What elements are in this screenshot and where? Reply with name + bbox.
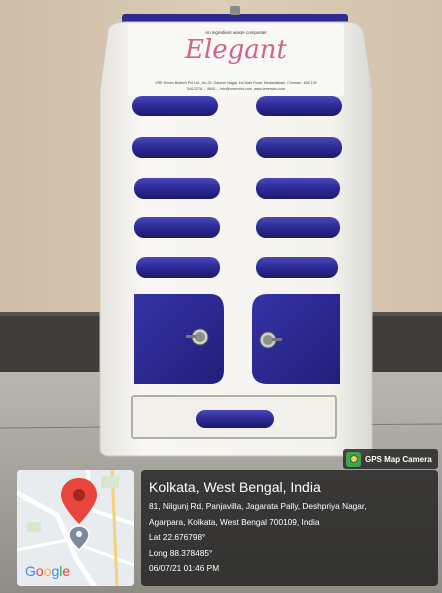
location-info-panel: Kolkata, West Bengal, India 81, Nilgunj … bbox=[141, 470, 438, 586]
drawer-handle[interactable] bbox=[256, 96, 342, 116]
datetime-text: 06/07/21 01:46 PM bbox=[149, 563, 220, 573]
longitude-text: Long 88.378485° bbox=[149, 547, 213, 558]
drawer-handle[interactable] bbox=[134, 217, 220, 238]
drawer-handle[interactable] bbox=[256, 217, 340, 238]
maker-line: VRE Enviro Biotech Pvt Ltd., No 25, Gane… bbox=[155, 81, 317, 85]
gps-camera-icon bbox=[346, 451, 361, 467]
map-thumbnail[interactable]: Google bbox=[17, 470, 134, 586]
latitude-text: Lat 22.676798° bbox=[149, 532, 206, 542]
drawer-handle[interactable] bbox=[136, 257, 220, 278]
cabinet-top-knob bbox=[230, 6, 240, 15]
address-line-2: Agarpara, Kolkata, West Bengal 700109, I… bbox=[149, 516, 320, 527]
contact-line: 044-2278..., 9840..., info@vreenviro.com… bbox=[187, 87, 285, 91]
drawer-handle[interactable] bbox=[256, 137, 342, 158]
gps-camera-badge: GPS Map Camera bbox=[343, 449, 438, 469]
drawer-handle[interactable] bbox=[256, 178, 340, 199]
place-title: Kolkata, West Bengal, India bbox=[149, 479, 321, 495]
brand-tagline: An ingredient waste composter bbox=[205, 30, 267, 35]
address-line-1: 81, Nilgunj Rd, Panjavilla, Jagarata Pal… bbox=[149, 501, 367, 511]
drawer-handle[interactable] bbox=[132, 137, 218, 158]
gps-app-label: GPS Map Camera bbox=[365, 454, 432, 464]
drawer-handle[interactable] bbox=[256, 257, 338, 278]
drawer-handle[interactable] bbox=[134, 178, 220, 199]
google-logo: Google bbox=[25, 563, 71, 579]
bottom-drawer-handle[interactable] bbox=[196, 410, 274, 428]
drawer-handle[interactable] bbox=[132, 96, 218, 116]
left-door[interactable] bbox=[134, 294, 224, 384]
brand-logo-text: Elegant bbox=[184, 35, 288, 65]
